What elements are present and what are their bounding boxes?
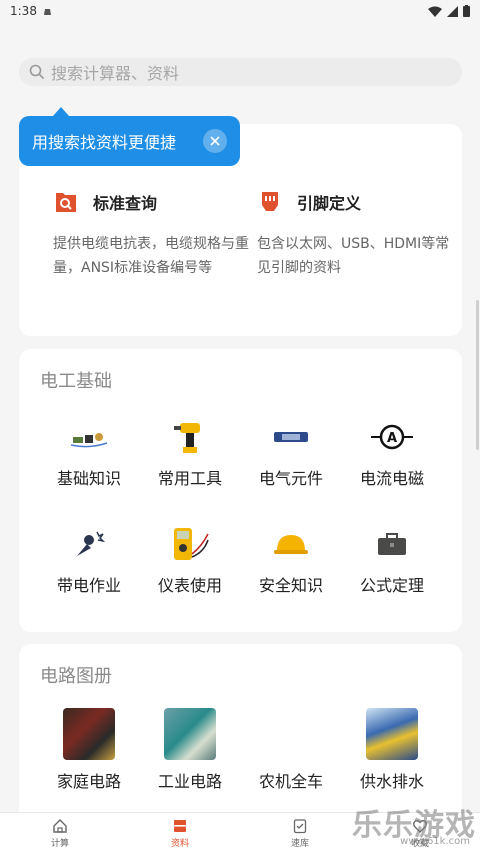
wifi-icon [428,6,442,17]
grid-item-safety[interactable]: 安全知识 [241,524,341,596]
scrollbar[interactable] [476,300,479,450]
signal-icon [447,5,458,17]
multimeter-icon [174,528,209,560]
grid-item-farm-vehicle[interactable]: 农机全车 [241,708,341,792]
search-icon [29,64,45,80]
tab-label: 计算 [50,838,69,849]
status-bar: 1:38 [0,0,480,22]
search-placeholder: 搜索计算器、资料 [51,64,180,83]
clipboard-check-icon [293,818,307,833]
watermark-url: www.61k.com [400,836,470,847]
feature-title: 标准查询 [93,194,158,213]
status-time: 1:38 [10,4,37,18]
grid-item-tools[interactable]: 常用工具 [140,417,240,489]
grid-item-label: 基础知识 [56,469,121,488]
section-title: 电路图册 [40,666,112,687]
circuit-basics-icon [70,433,108,448]
grid-item-basics[interactable]: 基础知识 [39,417,139,489]
tab-calculate[interactable]: 计算 [0,813,120,853]
grid-item-label: 仪表使用 [157,576,222,595]
drill-icon [174,423,200,453]
grid-item-home-circuit[interactable]: 家庭电路 [39,708,139,792]
grid-item-current-magnetism[interactable]: A 电流电磁 [342,417,442,489]
tooltip-text: 用搜索找资料更便捷 [32,133,177,152]
grid-item-live-work[interactable]: 带电作业 [39,524,139,596]
grid-item-formulas[interactable]: 公式定理 [342,524,442,596]
grid-item-label: 家庭电路 [56,772,121,791]
tab-quick-library[interactable]: 速库 [240,813,360,853]
tab-materials[interactable]: 资料 [120,813,240,853]
grid-item-label: 安全知识 [258,576,323,595]
grid-item-meter-usage[interactable]: 仪表使用 [140,524,240,596]
live-work-icon [77,531,105,556]
search-doc-icon [56,193,76,212]
grid-item-label: 公式定理 [359,576,424,595]
svg-text:A: A [387,431,397,446]
connector-pin-icon [262,192,278,211]
tab-label: 速库 [290,838,309,849]
feature-title: 引脚定义 [297,194,362,213]
home-icon [53,818,67,833]
feature-standard-query[interactable]: 标准查询 提供电缆电抗表，电缆规格与重量，ANSI标准设备编号等 [53,186,253,280]
electrician-basics-card: 电工基础 基础知识 常用工具 电气元件 A 电流电磁 带电作业 仪表使用 安全知… [19,349,462,632]
grid-item-industrial-circuit[interactable]: 工业电路 [140,708,240,792]
grid-item-water-supply[interactable]: 供水排水 [342,708,442,792]
water-plant-photo [366,708,418,760]
grid-item-label: 常用工具 [157,469,222,488]
grid-item-components[interactable]: 电气元件 [241,417,341,489]
ammeter-icon: A [371,424,413,450]
notification-icon [43,8,51,15]
tab-label: 资料 [170,838,189,849]
feature-desc: 包含以太网、USB、HDMI等常见引脚的资料 [257,236,450,276]
grid-item-label: 带电作业 [56,576,121,595]
search-tip-tooltip: 用搜索找资料更便捷 [19,107,240,166]
grid-item-label: 电气元件 [258,469,323,488]
battery-icon [463,5,470,17]
document-icon [174,819,186,832]
close-icon [210,136,220,146]
industrial-board-photo [164,708,216,760]
feature-pin-definition[interactable]: 引脚定义 包含以太网、USB、HDMI等常见引脚的资料 [257,186,457,280]
feature-desc: 提供电缆电抗表，电缆规格与重量，ANSI标准设备编号等 [53,236,249,276]
farm-vehicle-thumb [265,708,317,760]
toolbox-icon [378,533,406,555]
home-wiring-photo [63,708,115,760]
grid-item-label: 农机全车 [258,772,323,791]
grid-item-label: 电流电磁 [359,469,424,488]
circuit-atlas-card: 电路图册 家庭电路 工业电路 农机全车 供水排水 [19,644,462,824]
search-bar[interactable]: 搜索计算器、资料 [19,58,462,86]
grid-item-label: 工业电路 [157,772,222,791]
grid-item-label: 供水排水 [359,772,424,791]
section-title: 电工基础 [40,371,112,392]
component-board-icon [274,432,308,442]
hard-hat-icon [274,535,308,554]
tooltip-close-button[interactable] [203,129,227,153]
